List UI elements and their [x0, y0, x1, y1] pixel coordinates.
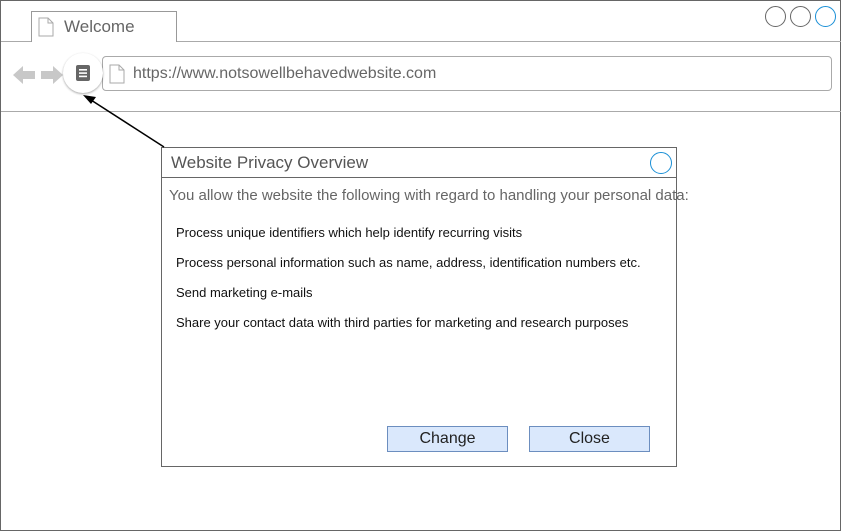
- close-button[interactable]: Close: [529, 426, 650, 452]
- arrow-right-icon[interactable]: [40, 64, 64, 86]
- maximize-button[interactable]: [790, 6, 811, 27]
- dialog-header: Website Privacy Overview: [162, 148, 676, 178]
- minimize-button[interactable]: [765, 6, 786, 27]
- permission-item: Process personal information such as nam…: [176, 255, 641, 270]
- privacy-dialog: Website Privacy Overview You allow the w…: [161, 147, 689, 467]
- arrow-left-icon[interactable]: [12, 64, 36, 86]
- dialog-close-button[interactable]: [650, 152, 672, 174]
- url-text: https://www.notsowellbehavedwebsite.com: [133, 64, 437, 82]
- page-icon: [109, 64, 125, 83]
- permission-item: Share your contact data with third parti…: [176, 315, 629, 330]
- permission-list: Process unique identifiers which help id…: [176, 225, 641, 345]
- document-icon: [76, 65, 90, 81]
- browser-tab[interactable]: Welcome: [31, 11, 177, 42]
- tab-label: Welcome: [64, 17, 135, 36]
- page-icon: [38, 17, 54, 37]
- toolbar-divider: [1, 111, 841, 112]
- close-window-button[interactable]: [815, 6, 836, 27]
- address-bar[interactable]: https://www.notsowellbehavedwebsite.com: [102, 56, 832, 91]
- change-button[interactable]: Change: [387, 426, 508, 452]
- dialog-intro: You allow the website the following with…: [169, 187, 689, 204]
- site-info-button[interactable]: [63, 53, 103, 93]
- permission-item: Process unique identifiers which help id…: [176, 225, 523, 240]
- permission-item: Send marketing e-mails: [176, 285, 313, 300]
- browser-window: Welcome https://www.notsowellbehavedwebs…: [0, 0, 841, 531]
- dialog-title: Website Privacy Overview: [171, 152, 369, 172]
